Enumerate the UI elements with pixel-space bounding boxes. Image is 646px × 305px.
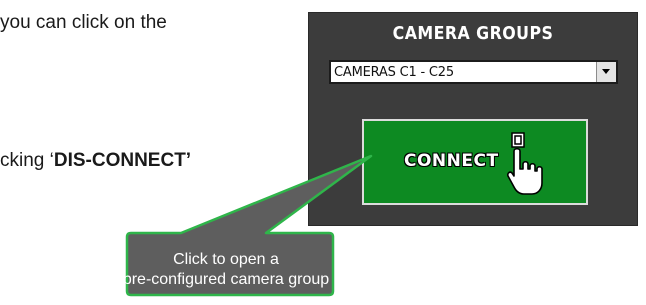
- callout-text-line-2: pre-configured camera group: [122, 271, 330, 288]
- callout-text: Click to open a pre-configured camera gr…: [120, 250, 332, 290]
- camera-group-select[interactable]: CAMERAS C1 - C25: [329, 60, 618, 84]
- callout-text-line-1: Click to open a: [173, 251, 279, 268]
- camera-group-select-value: CAMERAS C1 - C25: [334, 65, 454, 80]
- camera-groups-panel: CAMERA GROUPS CAMERAS C1 - C25 CONNECT: [308, 12, 638, 226]
- doc-text-line-2-prefix: cking ‘: [0, 150, 54, 171]
- pointing-hand-icon: [507, 132, 543, 195]
- connect-button-label: CONNECT: [404, 151, 499, 171]
- doc-text-line-2: cking ‘DIS-CONNECT’: [0, 150, 191, 172]
- doc-text-line-1: you can click on the: [0, 12, 167, 33]
- dropdown-arrow-icon[interactable]: [596, 62, 616, 82]
- doc-text-disconnect-term: DIS-CONNECT’: [53, 150, 192, 171]
- connect-button[interactable]: CONNECT: [362, 119, 588, 205]
- panel-title: CAMERA GROUPS: [392, 23, 554, 44]
